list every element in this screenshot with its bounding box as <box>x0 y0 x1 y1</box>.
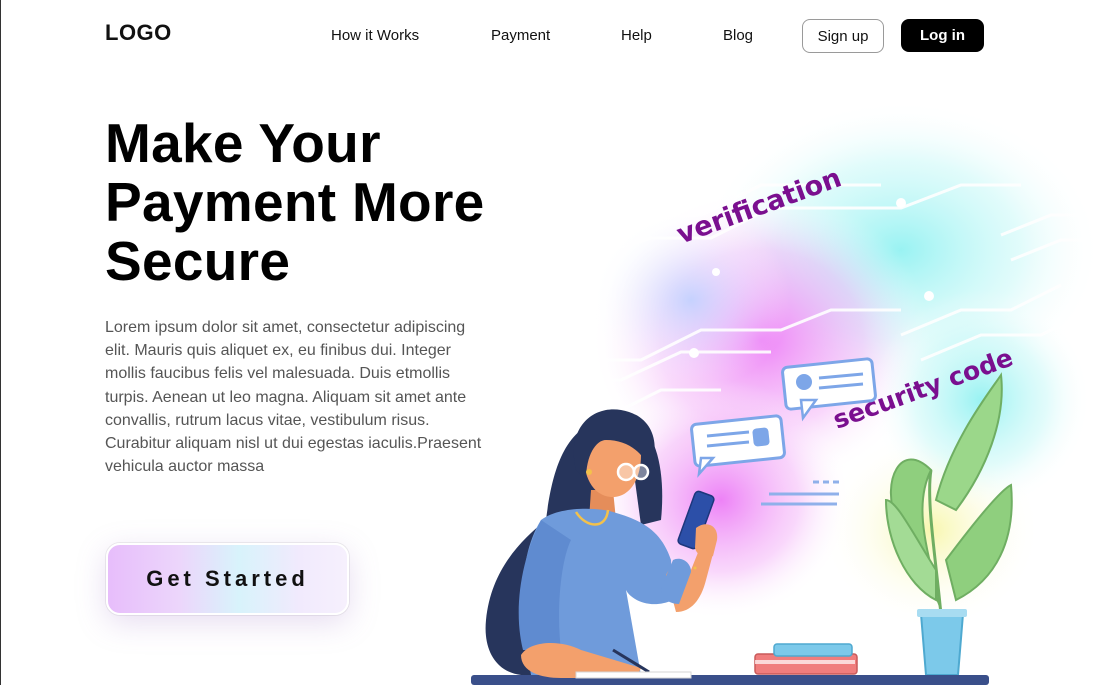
books-icon <box>754 643 858 675</box>
get-started-button[interactable]: Get Started <box>106 543 349 615</box>
logo[interactable]: LOGO <box>105 20 172 46</box>
nav-payment[interactable]: Payment <box>491 27 550 44</box>
id-card-bubble-icon <box>781 357 877 422</box>
security-code-label: security code <box>829 343 1017 435</box>
nav-how-it-works[interactable]: How it Works <box>331 27 419 44</box>
hero-title-line: Secure <box>105 230 291 292</box>
hero-description-line: elit. Mauris quis aliquet ex, eu finibus… <box>105 342 451 360</box>
hero-description: Lorem ipsum dolor sit amet, consectetur … <box>105 316 510 478</box>
get-started-label: Get Started <box>146 566 309 591</box>
hero-description-line: Lorem ipsum dolor sit amet, consectetur … <box>105 319 466 336</box>
hero-title: Make Your Payment More Secure <box>105 114 545 291</box>
signup-button[interactable]: Sign up <box>802 19 884 53</box>
hero-description-line: vehicula auctor massa <box>105 458 265 476</box>
nav-help[interactable]: Help <box>621 27 652 44</box>
message-bubble-icon <box>690 414 786 478</box>
desk <box>471 675 989 685</box>
signal-lines-icon <box>761 480 843 506</box>
gradient-glow <box>591 100 1097 630</box>
woman-illustration <box>485 409 718 679</box>
hero-description-line: convallis, rutrum lacus vitae, vestibulu… <box>105 411 430 429</box>
sparkle-dots <box>689 198 934 358</box>
verification-label: verification <box>673 162 846 250</box>
circuit-lines <box>480 183 1097 442</box>
login-button[interactable]: Log in <box>901 19 984 52</box>
login-label: Log in <box>920 27 965 44</box>
hero-description-line: mollis faucibus felis vel malesuada. Dui… <box>105 365 451 383</box>
hero-description-line: Curabitur aliquam nisl ut dui egestas ia… <box>105 435 482 453</box>
hero-description-line: turpis. Aenean ut leo magna. Aliquam sit… <box>105 388 467 406</box>
landing-page: LOGO How it Works Payment Help Blog Sign… <box>0 0 1097 685</box>
hero-title-line: Payment More <box>105 171 485 233</box>
signup-label: Sign up <box>817 27 869 45</box>
hero-title-line: Make Your <box>105 112 381 174</box>
plant-icon <box>884 372 1013 676</box>
nav-blog[interactable]: Blog <box>723 27 753 44</box>
